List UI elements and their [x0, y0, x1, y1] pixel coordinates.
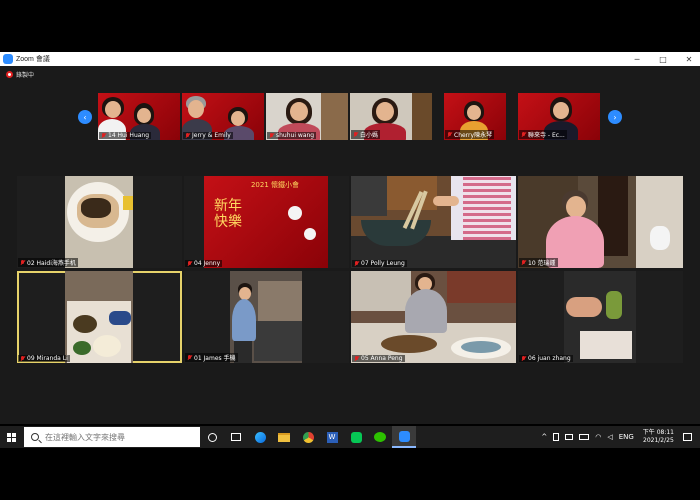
muted-mic-icon: [187, 354, 192, 361]
participant-thumbnail[interactable]: 聯來寺 - Ec...: [518, 93, 600, 140]
banner-greeting: 新年快樂: [214, 198, 242, 230]
participant-tile[interactable]: 02 Haidi海燕手机: [17, 176, 182, 268]
start-button[interactable]: [0, 426, 22, 448]
participant-name: Cherry陳永琴: [445, 130, 495, 139]
participant-name: 05 Anna Peng: [352, 355, 405, 362]
close-button[interactable]: ✕: [678, 52, 700, 66]
zoom-app-icon: [3, 54, 13, 64]
participant-thumbnail[interactable]: shuhui wang: [266, 93, 348, 140]
participant-tile[interactable]: 05 Anna Peng: [351, 271, 516, 363]
muted-mic-icon: [447, 131, 452, 138]
meet-now-icon[interactable]: [565, 434, 574, 440]
participant-name: 14 Hui Huang: [99, 132, 152, 139]
participant-tile[interactable]: 06 juan zhang: [518, 271, 683, 363]
participant-name: 01 James 手機: [185, 353, 238, 362]
banner-title: 2021 懷鐵小會: [250, 181, 300, 189]
meeting-view: 錄製中 ‹ › 14 Hui Huang Jerry & Emily shuhu…: [0, 66, 700, 424]
participant-thumbnail[interactable]: Jerry & Emily: [182, 93, 264, 140]
task-view-icon[interactable]: [224, 426, 248, 448]
participant-name: 白小媽: [351, 130, 381, 139]
participant-thumbnail[interactable]: Cherry陳永琴: [444, 93, 526, 140]
muted-mic-icon: [20, 259, 25, 266]
muted-mic-icon: [521, 259, 526, 266]
participant-name: 10 范瑞鍾: [519, 258, 558, 267]
language-indicator[interactable]: ENG: [619, 433, 634, 441]
participant-name: 04 Jenny: [185, 260, 223, 267]
participant-tile-active-speaker[interactable]: 09 Miranda Li: [17, 271, 182, 363]
clock-date: 2021/2/25: [643, 437, 674, 444]
zoom-taskbar-icon[interactable]: [392, 426, 416, 448]
muted-mic-icon: [269, 132, 274, 139]
participant-thumbnail[interactable]: 白小媽: [350, 93, 432, 140]
edge-icon[interactable]: [248, 426, 272, 448]
title-bar[interactable]: Zoom 會議 ─ □ ✕: [0, 52, 700, 66]
search-input[interactable]: [45, 432, 195, 442]
window-title: Zoom 會議: [16, 56, 50, 63]
taskbar-search[interactable]: [24, 427, 200, 447]
participant-name: 07 Polly Leung: [352, 260, 407, 267]
phone-icon[interactable]: [553, 433, 560, 441]
cortana-icon[interactable]: [200, 426, 224, 448]
battery-icon[interactable]: [579, 434, 590, 440]
clock-time: 下午 08:11: [642, 429, 674, 436]
minimize-button[interactable]: ─: [626, 52, 648, 66]
participant-name: 06 juan zhang: [519, 355, 573, 362]
screen: Zoom 會議 ─ □ ✕ 錄製中 ‹ › 14 Hui Huang Jerry…: [0, 0, 700, 500]
notification-icon[interactable]: [683, 433, 692, 441]
taskbar: W ^ ◠ ◁ ENG 下午 08:11 2021/2/25: [0, 426, 700, 448]
muted-mic-icon: [185, 132, 190, 139]
muted-mic-icon: [521, 355, 526, 362]
search-icon: [31, 433, 39, 441]
participant-tile[interactable]: 07 Polly Leung: [351, 176, 516, 268]
next-page-icon[interactable]: ›: [608, 110, 622, 124]
record-icon: [6, 71, 13, 78]
muted-mic-icon: [187, 260, 192, 267]
muted-mic-icon: [20, 355, 25, 362]
participant-name: Jerry & Emily: [183, 132, 233, 139]
recording-label: 錄製中: [16, 72, 35, 79]
line-icon[interactable]: [344, 426, 368, 448]
wechat-icon[interactable]: [368, 426, 392, 448]
volume-icon[interactable]: ◁: [607, 433, 612, 441]
participant-thumbnail[interactable]: 14 Hui Huang: [98, 93, 180, 140]
file-explorer-icon[interactable]: [272, 426, 296, 448]
muted-mic-icon: [101, 132, 106, 139]
participant-name: 聯來寺 - Ec...: [519, 130, 567, 139]
muted-mic-icon: [354, 260, 359, 267]
chevron-up-icon[interactable]: ^: [541, 433, 547, 441]
participant-name: 09 Miranda Li: [18, 355, 70, 362]
participant-name: 02 Haidi海燕手机: [18, 258, 78, 267]
word-icon[interactable]: W: [320, 426, 344, 448]
maximize-button[interactable]: □: [652, 52, 674, 66]
windows-icon: [6, 432, 16, 442]
chrome-icon[interactable]: [296, 426, 320, 448]
muted-mic-icon: [354, 355, 359, 362]
muted-mic-icon: [353, 131, 358, 138]
system-tray: ^ ◠ ◁ ENG 下午 08:11 2021/2/25: [538, 426, 700, 448]
clock[interactable]: 下午 08:11 2021/2/25: [643, 429, 674, 445]
muted-mic-icon: [521, 131, 526, 138]
participant-tile[interactable]: 01 James 手機: [184, 271, 349, 363]
participant-tile[interactable]: 10 范瑞鍾: [518, 176, 683, 268]
wifi-icon[interactable]: ◠: [595, 433, 601, 441]
recording-indicator[interactable]: 錄製中: [6, 70, 34, 79]
participant-name: shuhui wang: [267, 132, 317, 139]
participant-tile[interactable]: 2021 懷鐵小會 新年快樂 04 Jenny: [184, 176, 349, 268]
prev-page-icon[interactable]: ‹: [78, 110, 92, 124]
